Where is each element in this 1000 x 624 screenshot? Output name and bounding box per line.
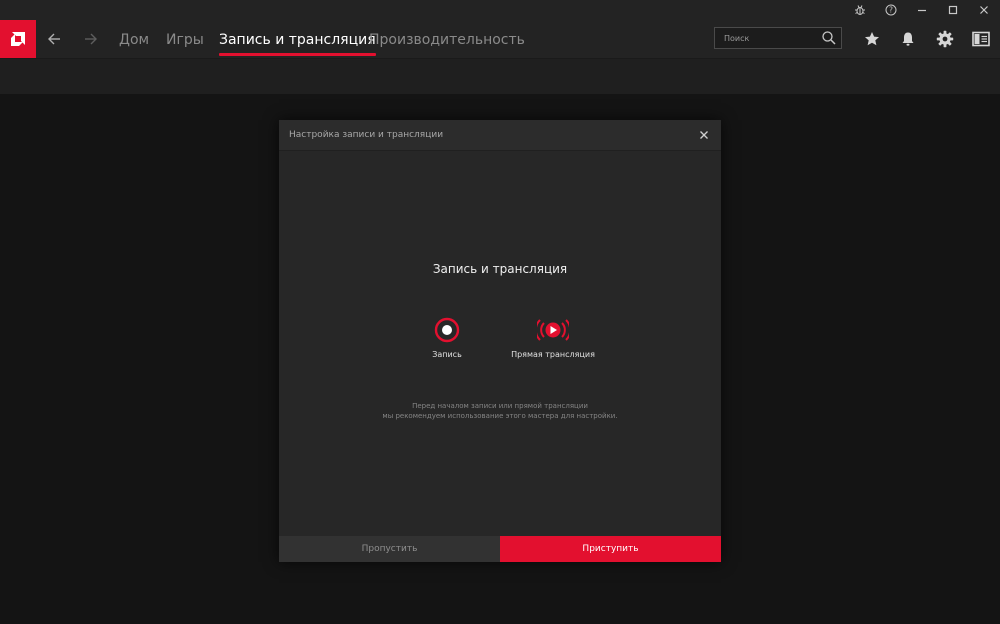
bug-report-icon[interactable] xyxy=(845,0,875,20)
svg-text:?: ? xyxy=(889,6,893,15)
amd-logo-icon[interactable] xyxy=(0,20,36,58)
minimize-icon[interactable] xyxy=(907,0,937,20)
search-icon[interactable] xyxy=(821,30,837,46)
close-icon[interactable] xyxy=(969,0,999,20)
dialog-hint: Перед началом записи или прямой трансляц… xyxy=(279,401,721,421)
dialog-heading: Запись и трансляция xyxy=(432,262,568,276)
record-option[interactable]: Запись xyxy=(397,316,497,366)
start-button[interactable]: Приступить xyxy=(500,536,721,562)
setup-dialog: Настройка записи и трансляции Запись и т… xyxy=(279,120,721,562)
title-bar: ? xyxy=(0,0,1000,20)
help-icon[interactable]: ? xyxy=(876,0,906,20)
hint-line-1: Перед началом записи или прямой трансляц… xyxy=(412,402,588,410)
hint-line-2: мы рекомендуем использование этого масте… xyxy=(382,412,618,420)
star-icon[interactable] xyxy=(857,20,887,58)
search-box xyxy=(714,27,842,49)
bell-icon[interactable] xyxy=(893,20,923,58)
maximize-icon[interactable] xyxy=(938,0,968,20)
dialog-close-icon[interactable] xyxy=(695,126,713,144)
forward-arrow-icon[interactable] xyxy=(75,20,107,58)
sub-toolbar xyxy=(0,59,1000,94)
live-stream-option[interactable]: Прямая трансляция xyxy=(503,316,603,366)
tab-home[interactable]: Дом xyxy=(119,20,149,58)
back-arrow-icon[interactable] xyxy=(38,20,70,58)
record-icon xyxy=(431,316,463,344)
layout-panel-icon[interactable] xyxy=(966,20,996,58)
live-stream-label: Прямая трансляция xyxy=(511,350,595,359)
gear-icon[interactable] xyxy=(930,20,960,58)
navigation-bar: Дом Игры Запись и трансляция Производите… xyxy=(0,20,1000,59)
tab-performance[interactable]: Производительность xyxy=(369,20,525,58)
tab-record-and-stream[interactable]: Запись и трансляция xyxy=(219,20,376,58)
search-input[interactable] xyxy=(715,28,819,48)
live-stream-icon xyxy=(534,316,572,344)
record-label: Запись xyxy=(432,350,462,359)
skip-button[interactable]: Пропустить xyxy=(279,536,500,562)
dialog-header: Настройка записи и трансляции xyxy=(279,120,721,151)
dialog-title: Настройка записи и трансляции xyxy=(289,130,444,140)
tab-games[interactable]: Игры xyxy=(166,20,204,58)
